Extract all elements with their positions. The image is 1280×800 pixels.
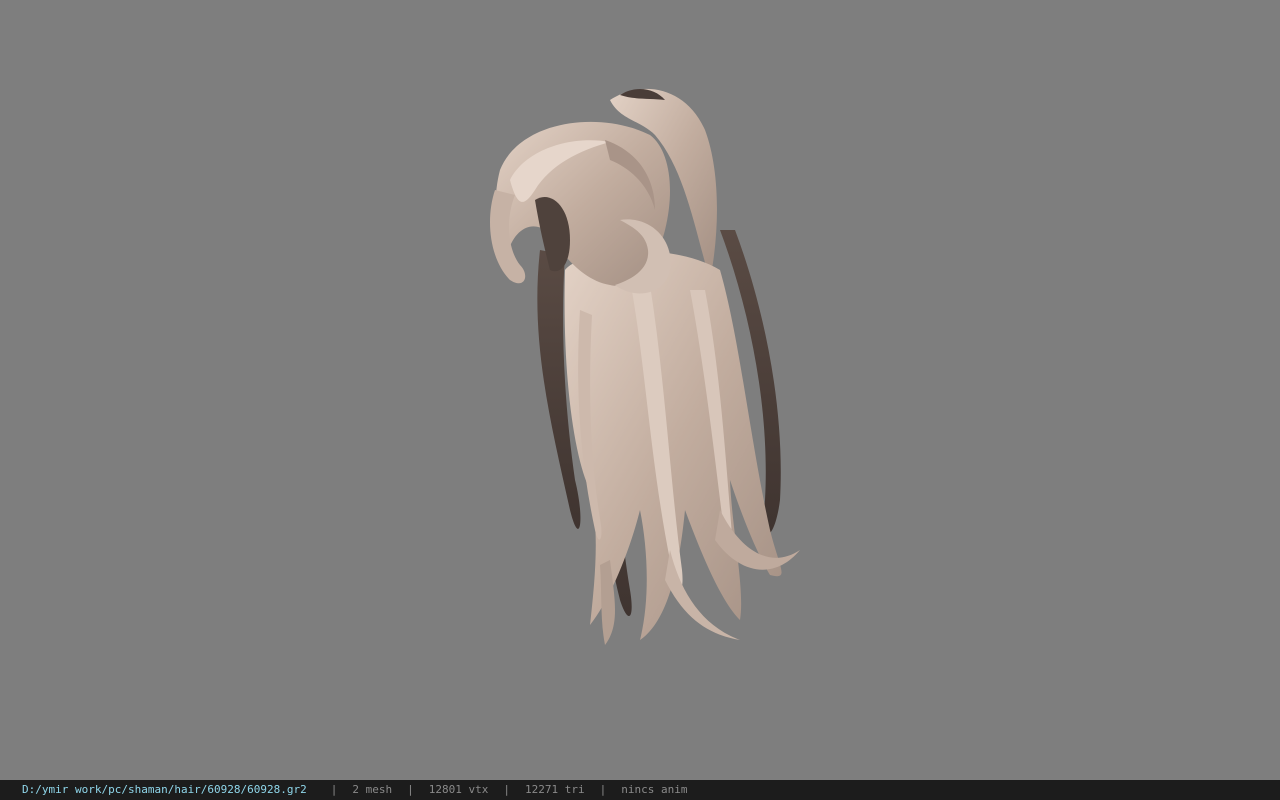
- status-separator: |: [599, 783, 607, 796]
- vertex-count-text: 12801 vtx: [428, 783, 489, 796]
- status-separator: |: [330, 783, 338, 796]
- file-path-text: D:/ymir work/pc/shaman/hair/60928/60928.…: [22, 783, 307, 796]
- status-separator: |: [503, 783, 511, 796]
- mesh-count-text: 2 mesh: [352, 783, 393, 796]
- status-separator: |: [407, 783, 414, 796]
- status-bar: D:/ymir work/pc/shaman/hair/60928/60928.…: [0, 780, 1280, 800]
- triangle-count-text: 12271 tri: [525, 783, 585, 796]
- hair-model-render: [490, 88, 800, 645]
- animation-status-text: nincs anim: [621, 783, 688, 796]
- model-viewport[interactable]: [0, 0, 1280, 780]
